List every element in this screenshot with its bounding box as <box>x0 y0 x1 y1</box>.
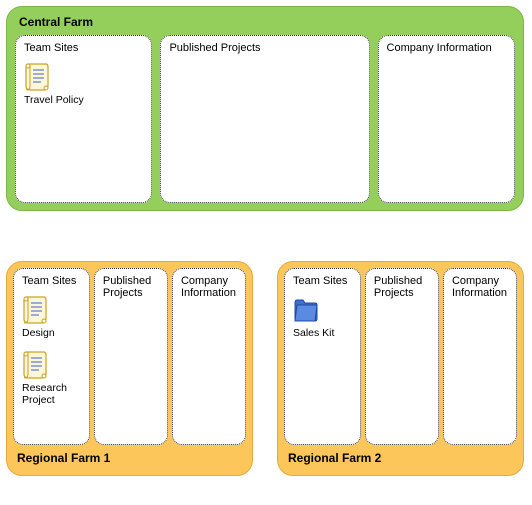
central-boxes: Team Sites Travel Policy Published Proje… <box>15 35 515 203</box>
regional1-company-info-box: Company Information <box>172 268 246 445</box>
regional2-team-sites-box: Team Sites Sales Kit <box>284 268 361 445</box>
box-title: Published Projects <box>374 275 430 299</box>
box-title: Team Sites <box>24 42 143 54</box>
item-travel-policy: Travel Policy <box>24 62 84 107</box>
box-title: Published Projects <box>103 275 159 299</box>
box-title: Company Information <box>452 275 508 299</box>
regional-row: Team Sites Design Research Project Publi… <box>6 261 526 476</box>
box-title: Team Sites <box>293 275 352 287</box>
central-company-info-box: Company Information <box>378 35 515 203</box>
box-title: Team Sites <box>22 275 81 287</box>
regional2-title: Regional Farm 2 <box>284 445 517 471</box>
box-title: Published Projects <box>169 42 360 54</box>
regional1-boxes: Team Sites Design Research Project Publi… <box>13 268 246 445</box>
central-published-projects-box: Published Projects <box>160 35 369 203</box>
regional2-published-projects-box: Published Projects <box>365 268 439 445</box>
regional1-team-sites-box: Team Sites Design Research Project <box>13 268 90 445</box>
item-design: Design <box>22 295 82 340</box>
central-farm: Central Farm Team Sites Travel Policy Pu… <box>6 6 524 211</box>
regional2-boxes: Team Sites Sales Kit Published Projects … <box>284 268 517 445</box>
regional1-published-projects-box: Published Projects <box>94 268 168 445</box>
regional1-title: Regional Farm 1 <box>13 445 246 471</box>
folder-icon <box>293 295 319 325</box>
item-label: Design <box>22 327 55 340</box>
central-team-sites-box: Team Sites Travel Policy <box>15 35 152 203</box>
scroll-icon <box>24 62 50 92</box>
item-label: Sales Kit <box>293 327 334 340</box>
item-sales-kit: Sales Kit <box>293 295 353 340</box>
item-label: Travel Policy <box>24 94 84 107</box>
scroll-icon <box>22 350 48 380</box>
regional2-company-info-box: Company Information <box>443 268 517 445</box>
item-research-project: Research Project <box>22 350 82 407</box>
regional-farm-2: Team Sites Sales Kit Published Projects … <box>277 261 524 476</box>
box-title: Company Information <box>387 42 506 54</box>
box-title: Company Information <box>181 275 237 299</box>
scroll-icon <box>22 295 48 325</box>
regional-farm-1: Team Sites Design Research Project Publi… <box>6 261 253 476</box>
central-farm-title: Central Farm <box>15 13 515 35</box>
item-label: Research Project <box>22 382 82 407</box>
